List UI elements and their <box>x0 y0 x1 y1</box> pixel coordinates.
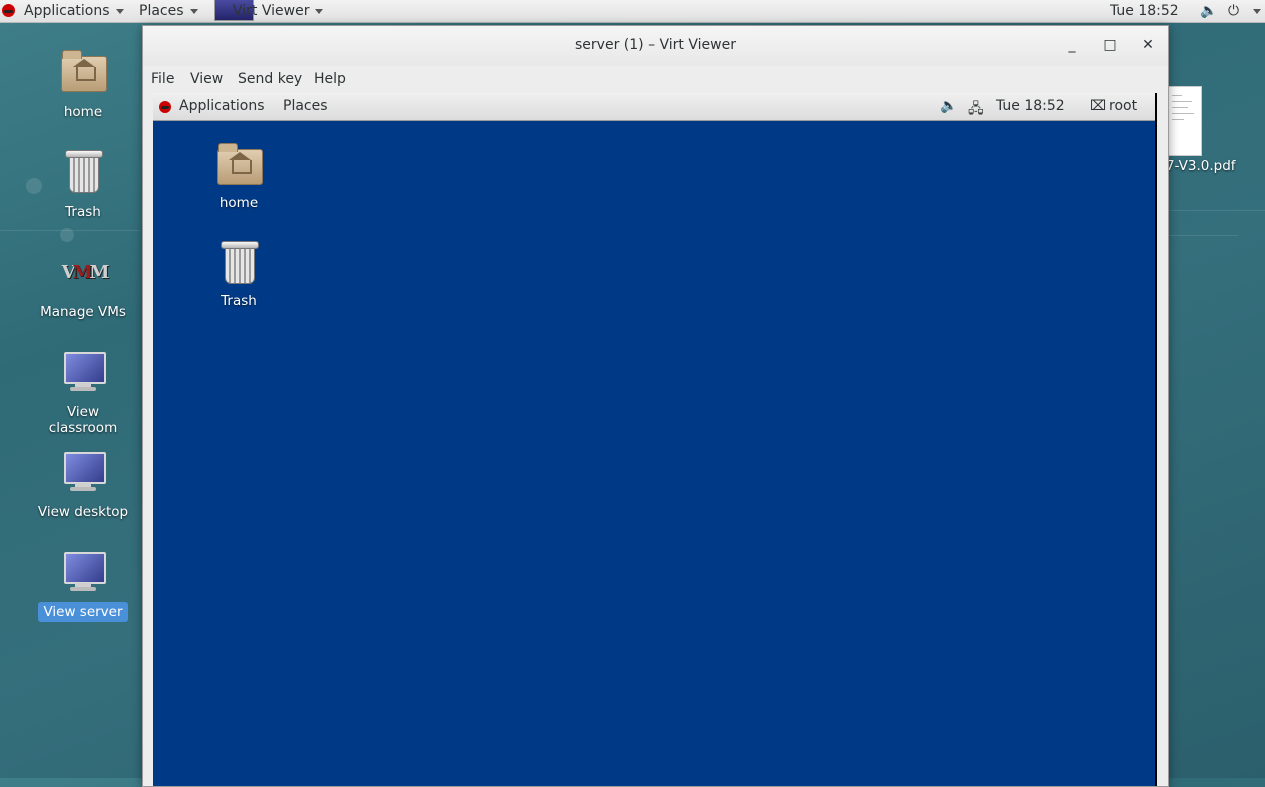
volume-icon[interactable]: 🔈 <box>1200 2 1217 20</box>
wallpaper-line <box>1168 210 1265 211</box>
user-icon: ⌧ <box>1090 98 1107 114</box>
guest-display[interactable]: Applications Places 🔈 🖧 Tue 18:52 ⌧ root… <box>153 93 1157 786</box>
menu-send-key[interactable]: Send key <box>238 71 302 87</box>
host-applications-menu[interactable]: Applications <box>24 2 124 20</box>
guest-desktop-icon-home[interactable]: home <box>194 141 284 211</box>
menu-help[interactable]: Help <box>314 71 346 87</box>
menu-view[interactable]: View <box>190 71 223 87</box>
host-places-menu[interactable]: Places <box>139 2 198 20</box>
desktop-icon-label: Manage VMs <box>40 304 126 320</box>
wallpaper-dot <box>60 228 74 242</box>
desktop-icon-view-server[interactable]: View server <box>31 548 135 622</box>
host-clock[interactable]: Tue 18:52 <box>1110 2 1179 20</box>
chevron-down-icon <box>189 8 198 14</box>
guest-desktop-icon-trash[interactable]: Trash <box>194 239 284 309</box>
menu-file[interactable]: File <box>151 71 174 87</box>
chevron-down-icon <box>1253 8 1261 14</box>
home-folder-icon <box>61 50 107 92</box>
pdf-document-icon[interactable] <box>1167 86 1202 156</box>
desktop-icon-label: View server <box>38 602 128 622</box>
home-folder-icon <box>217 143 263 185</box>
chevron-down-icon <box>115 8 124 14</box>
system-menu-chevron[interactable] <box>1247 2 1261 20</box>
desktop-icon-view-desktop[interactable]: View desktop <box>31 448 135 522</box>
host-app-menu[interactable]: Virt Viewer <box>233 2 324 20</box>
guest-user-menu[interactable]: root <box>1109 98 1137 114</box>
window-title: server (1) – Virt Viewer <box>575 37 736 53</box>
desktop-icon-label: View classroom <box>48 404 118 436</box>
redhat-logo-icon <box>2 4 15 17</box>
desktop-icon-home[interactable]: home <box>31 48 135 122</box>
desktop-icon-manage-vms[interactable]: VMM Manage VMs <box>31 248 135 322</box>
desktop-icon-view-classroom[interactable]: View classroom <box>31 348 135 438</box>
desktop-icon-trash[interactable]: Trash <box>31 148 135 222</box>
power-icon[interactable]: ⏻ <box>1228 2 1239 20</box>
desktop-icon-label: Trash <box>65 204 101 220</box>
redhat-logo-icon <box>159 101 171 113</box>
desktop-icon-label: Trash <box>221 293 257 309</box>
guest-places-menu[interactable]: Places <box>283 98 328 114</box>
close-button[interactable]: ✕ <box>1139 36 1157 54</box>
virt-viewer-window: server (1) – Virt Viewer _ □ ✕ File View… <box>142 25 1169 787</box>
host-top-bar: Applications Places Virt Viewer Tue 18:5… <box>0 0 1265 23</box>
maximize-button[interactable]: □ <box>1101 36 1119 54</box>
monitor-icon <box>59 448 107 496</box>
trash-icon <box>65 150 103 193</box>
trash-icon <box>221 241 259 284</box>
window-titlebar[interactable]: server (1) – Virt Viewer _ □ ✕ <box>143 26 1168 66</box>
wallpaper-line <box>1168 235 1238 236</box>
desktop-icon-label: home <box>63 104 103 120</box>
guest-applications-menu[interactable]: Applications <box>179 98 265 114</box>
virt-manager-icon: VMM <box>61 262 110 283</box>
minimize-button[interactable]: _ <box>1063 36 1081 54</box>
network-icon[interactable]: 🖧 <box>968 98 984 122</box>
guest-top-bar: Applications Places 🔈 🖧 Tue 18:52 ⌧ root <box>153 93 1155 121</box>
monitor-icon <box>59 548 107 596</box>
desktop-icon-label: View desktop <box>37 504 129 520</box>
window-menubar: File View Send key Help <box>143 66 1168 93</box>
volume-icon[interactable]: 🔈 <box>940 98 957 114</box>
monitor-icon <box>59 348 107 396</box>
guest-clock[interactable]: Tue 18:52 <box>996 98 1065 114</box>
guest-desktop[interactable]: home Trash <box>153 121 1155 786</box>
desktop-icon-label: home <box>219 195 259 211</box>
pdf-document-label[interactable]: 7-V3.0.pdf <box>1166 158 1236 174</box>
chevron-down-icon <box>315 8 324 14</box>
